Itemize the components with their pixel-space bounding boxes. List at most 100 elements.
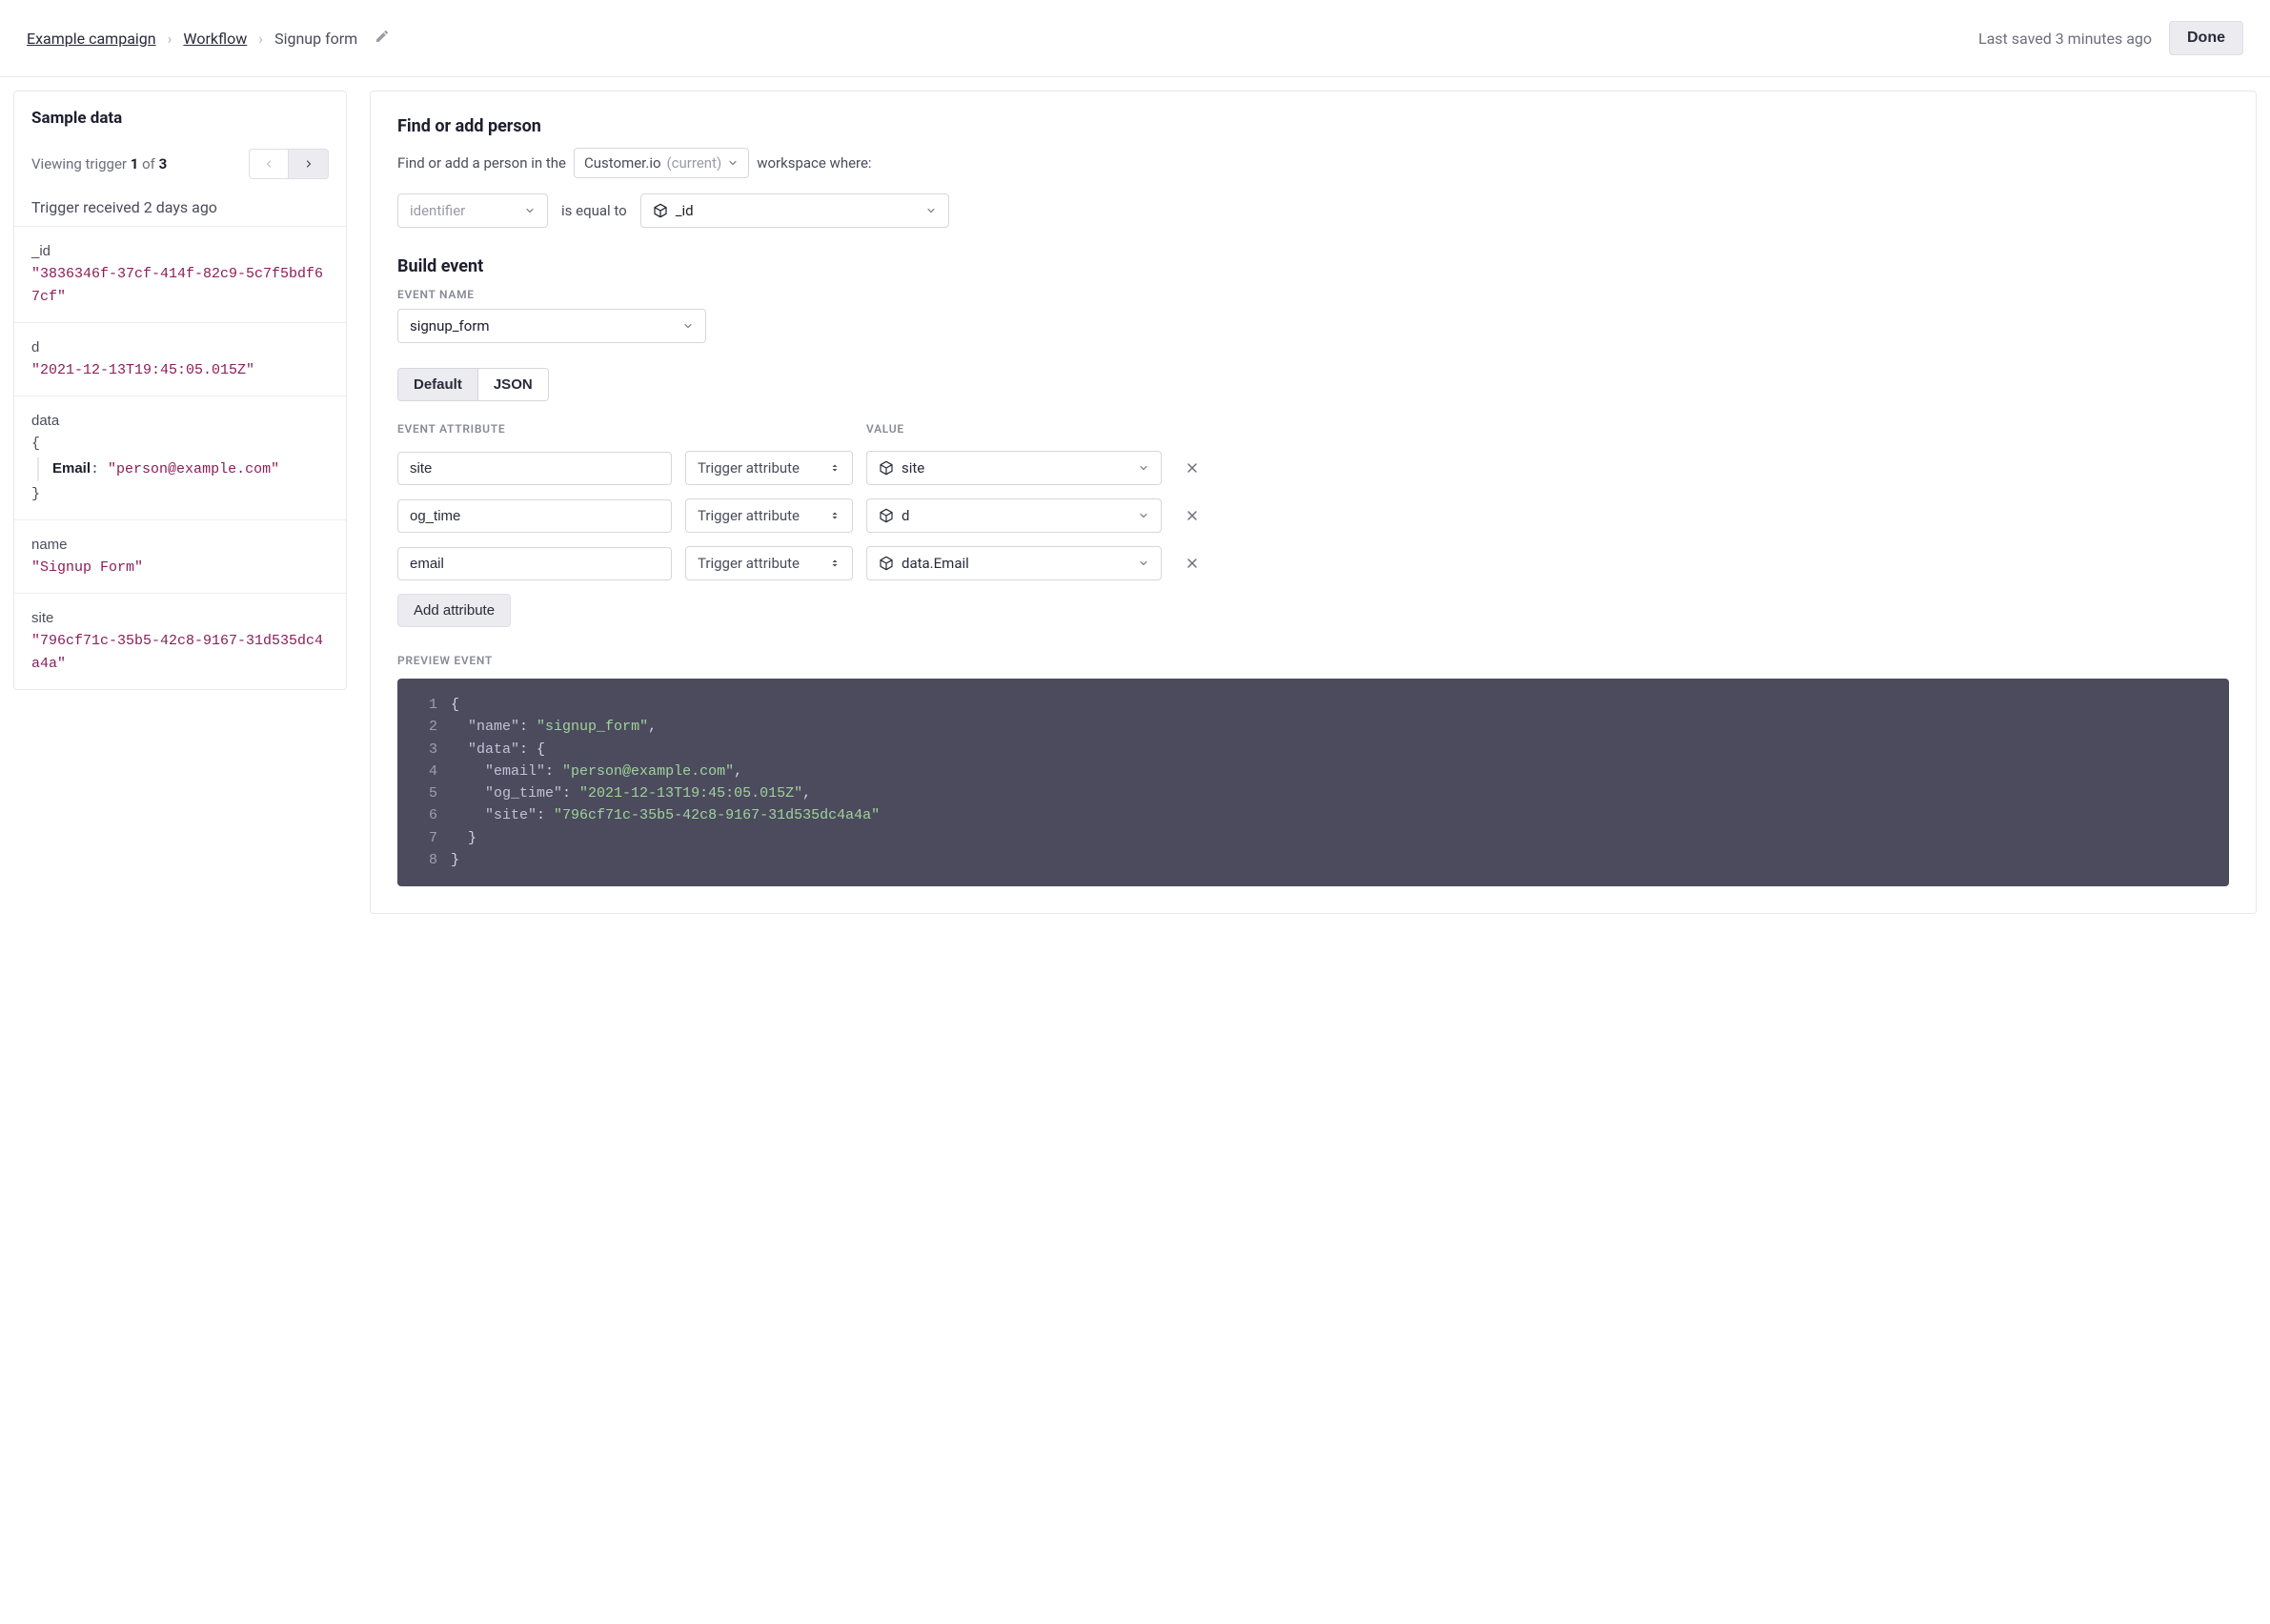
attribute-row: Trigger attribute d (397, 498, 2229, 533)
event-name-input[interactable]: signup_form (397, 309, 706, 343)
chevron-down-icon (524, 205, 536, 216)
preview-event-label: Preview event (397, 654, 2229, 667)
trigger-received-text: Trigger received 2 days ago (31, 198, 329, 216)
remove-attribute-button[interactable] (1175, 556, 1209, 571)
header-right: Last saved 3 minutes ago Done (1978, 21, 2243, 55)
brace-open: { (31, 433, 329, 456)
sample-value: "2021-12-13T19:45:05.015Z" (31, 359, 329, 382)
prev-trigger-button[interactable] (249, 149, 289, 179)
sample-key: data (31, 410, 329, 433)
breadcrumb-sep: › (258, 30, 263, 48)
preview-event-code: 1{2 "name": "signup_form",3 "data": {4 "… (397, 679, 2229, 886)
chevron-down-icon (1138, 462, 1149, 474)
attribute-name-input[interactable] (397, 547, 672, 580)
tab-json[interactable]: JSON (478, 369, 548, 400)
col-event-attribute: Event attribute (397, 422, 672, 436)
cube-icon (653, 203, 668, 218)
chevron-down-icon (1138, 510, 1149, 521)
breadcrumb-current: Signup form (274, 30, 357, 48)
cube-icon (879, 508, 894, 523)
attribute-type-select[interactable]: Trigger attribute (685, 498, 853, 533)
chevron-left-icon (263, 158, 274, 170)
close-icon (1185, 460, 1200, 476)
breadcrumb-workflow[interactable]: Workflow (183, 30, 247, 48)
view-mode-toggle: Default JSON (397, 368, 549, 401)
cube-icon (879, 460, 894, 476)
edit-name-button[interactable] (375, 29, 390, 48)
config-panel: Find or add person Find or add a person … (370, 91, 2257, 914)
page-header: Example campaign › Workflow › Signup for… (0, 0, 2270, 77)
chevron-down-icon (727, 157, 739, 169)
sample-data-panel: Sample data Viewing trigger 1 of 3 Trigg… (13, 91, 347, 690)
find-or-add-subtitle: Find or add a person in the Customer.io … (397, 148, 2229, 178)
code-line-text: "data": { (451, 739, 545, 761)
workspace-select[interactable]: Customer.io (current) (574, 148, 749, 178)
breadcrumb-campaign[interactable]: Example campaign (27, 30, 156, 48)
last-saved-text: Last saved 3 minutes ago (1978, 30, 2152, 48)
pencil-icon (375, 29, 390, 44)
attribute-value-select[interactable]: d (866, 498, 1162, 533)
viewing-trigger-text: Viewing trigger 1 of 3 (31, 155, 167, 173)
breadcrumb: Example campaign › Workflow › Signup for… (27, 29, 390, 48)
sample-data-item: name "Signup Form" (14, 519, 346, 593)
sample-value: "Signup Form" (31, 557, 329, 579)
up-down-icon (829, 462, 841, 474)
up-down-icon (829, 510, 841, 521)
breadcrumb-sep: › (168, 30, 172, 48)
event-name-label: Event name (397, 288, 2229, 301)
attribute-type-select[interactable]: Trigger attribute (685, 546, 853, 580)
code-line-number: 2 (415, 716, 437, 738)
sample-inner-value: "person@example.com" (108, 461, 279, 477)
sample-data-title: Sample data (31, 109, 329, 128)
tab-default[interactable]: Default (398, 369, 478, 400)
close-icon (1185, 556, 1200, 571)
code-line-number: 1 (415, 694, 437, 716)
sample-value: "796cf71c-35b5-42c8-9167-31d535dc4a4a" (31, 630, 329, 676)
sample-key: site (31, 607, 329, 630)
attribute-value-select[interactable]: site (866, 451, 1162, 485)
sample-data-item: d "2021-12-13T19:45:05.015Z" (14, 322, 346, 396)
code-line-number: 3 (415, 739, 437, 761)
chevron-down-icon (682, 320, 694, 332)
attribute-row: Trigger attribute data.Email (397, 546, 2229, 580)
find-or-add-title: Find or add person (397, 116, 2229, 136)
add-attribute-button[interactable]: Add attribute (397, 594, 511, 627)
sample-data-item: data { Email: "person@example.com" } (14, 396, 346, 519)
remove-attribute-button[interactable] (1175, 460, 1209, 476)
sample-key: _id (31, 240, 329, 263)
code-line-number: 5 (415, 782, 437, 804)
up-down-icon (829, 558, 841, 569)
chevron-down-icon (925, 205, 937, 216)
code-line-text: } (451, 849, 459, 871)
cube-icon (879, 556, 894, 571)
sample-key: d (31, 336, 329, 359)
code-line-number: 4 (415, 761, 437, 782)
code-line-text: "email": "person@example.com", (451, 761, 742, 782)
remove-attribute-button[interactable] (1175, 508, 1209, 523)
trigger-pager (249, 149, 329, 179)
sample-data-list: _id "3836346f-37cf-414f-82c9-5c7f5bdf67c… (14, 226, 346, 689)
identifier-value-select[interactable]: _id (640, 193, 949, 228)
attribute-value-select[interactable]: data.Email (866, 546, 1162, 580)
code-line-number: 8 (415, 849, 437, 871)
code-line-text: { (451, 694, 459, 716)
build-event-title: Build event (397, 256, 2229, 276)
sample-value: "3836346f-37cf-414f-82c9-5c7f5bdf67cf" (31, 263, 329, 309)
attribute-type-select[interactable]: Trigger attribute (685, 451, 853, 485)
attribute-name-input[interactable] (397, 452, 672, 485)
next-trigger-button[interactable] (289, 149, 329, 179)
code-line-text: } (451, 827, 476, 849)
code-line-text: "og_time": "2021-12-13T19:45:05.015Z", (451, 782, 811, 804)
brace-close: } (31, 483, 329, 506)
sample-key: name (31, 534, 329, 557)
sample-data-item: site "796cf71c-35b5-42c8-9167-31d535dc4a… (14, 593, 346, 689)
close-icon (1185, 508, 1200, 523)
done-button[interactable]: Done (2169, 21, 2243, 55)
identifier-select[interactable]: identifier (397, 193, 548, 228)
sample-inner-key: Email (52, 460, 91, 477)
attribute-name-input[interactable] (397, 499, 672, 533)
chevron-right-icon (303, 158, 314, 170)
sample-data-item: _id "3836346f-37cf-414f-82c9-5c7f5bdf67c… (14, 226, 346, 322)
code-line-number: 6 (415, 804, 437, 826)
attribute-row: Trigger attribute site (397, 451, 2229, 485)
